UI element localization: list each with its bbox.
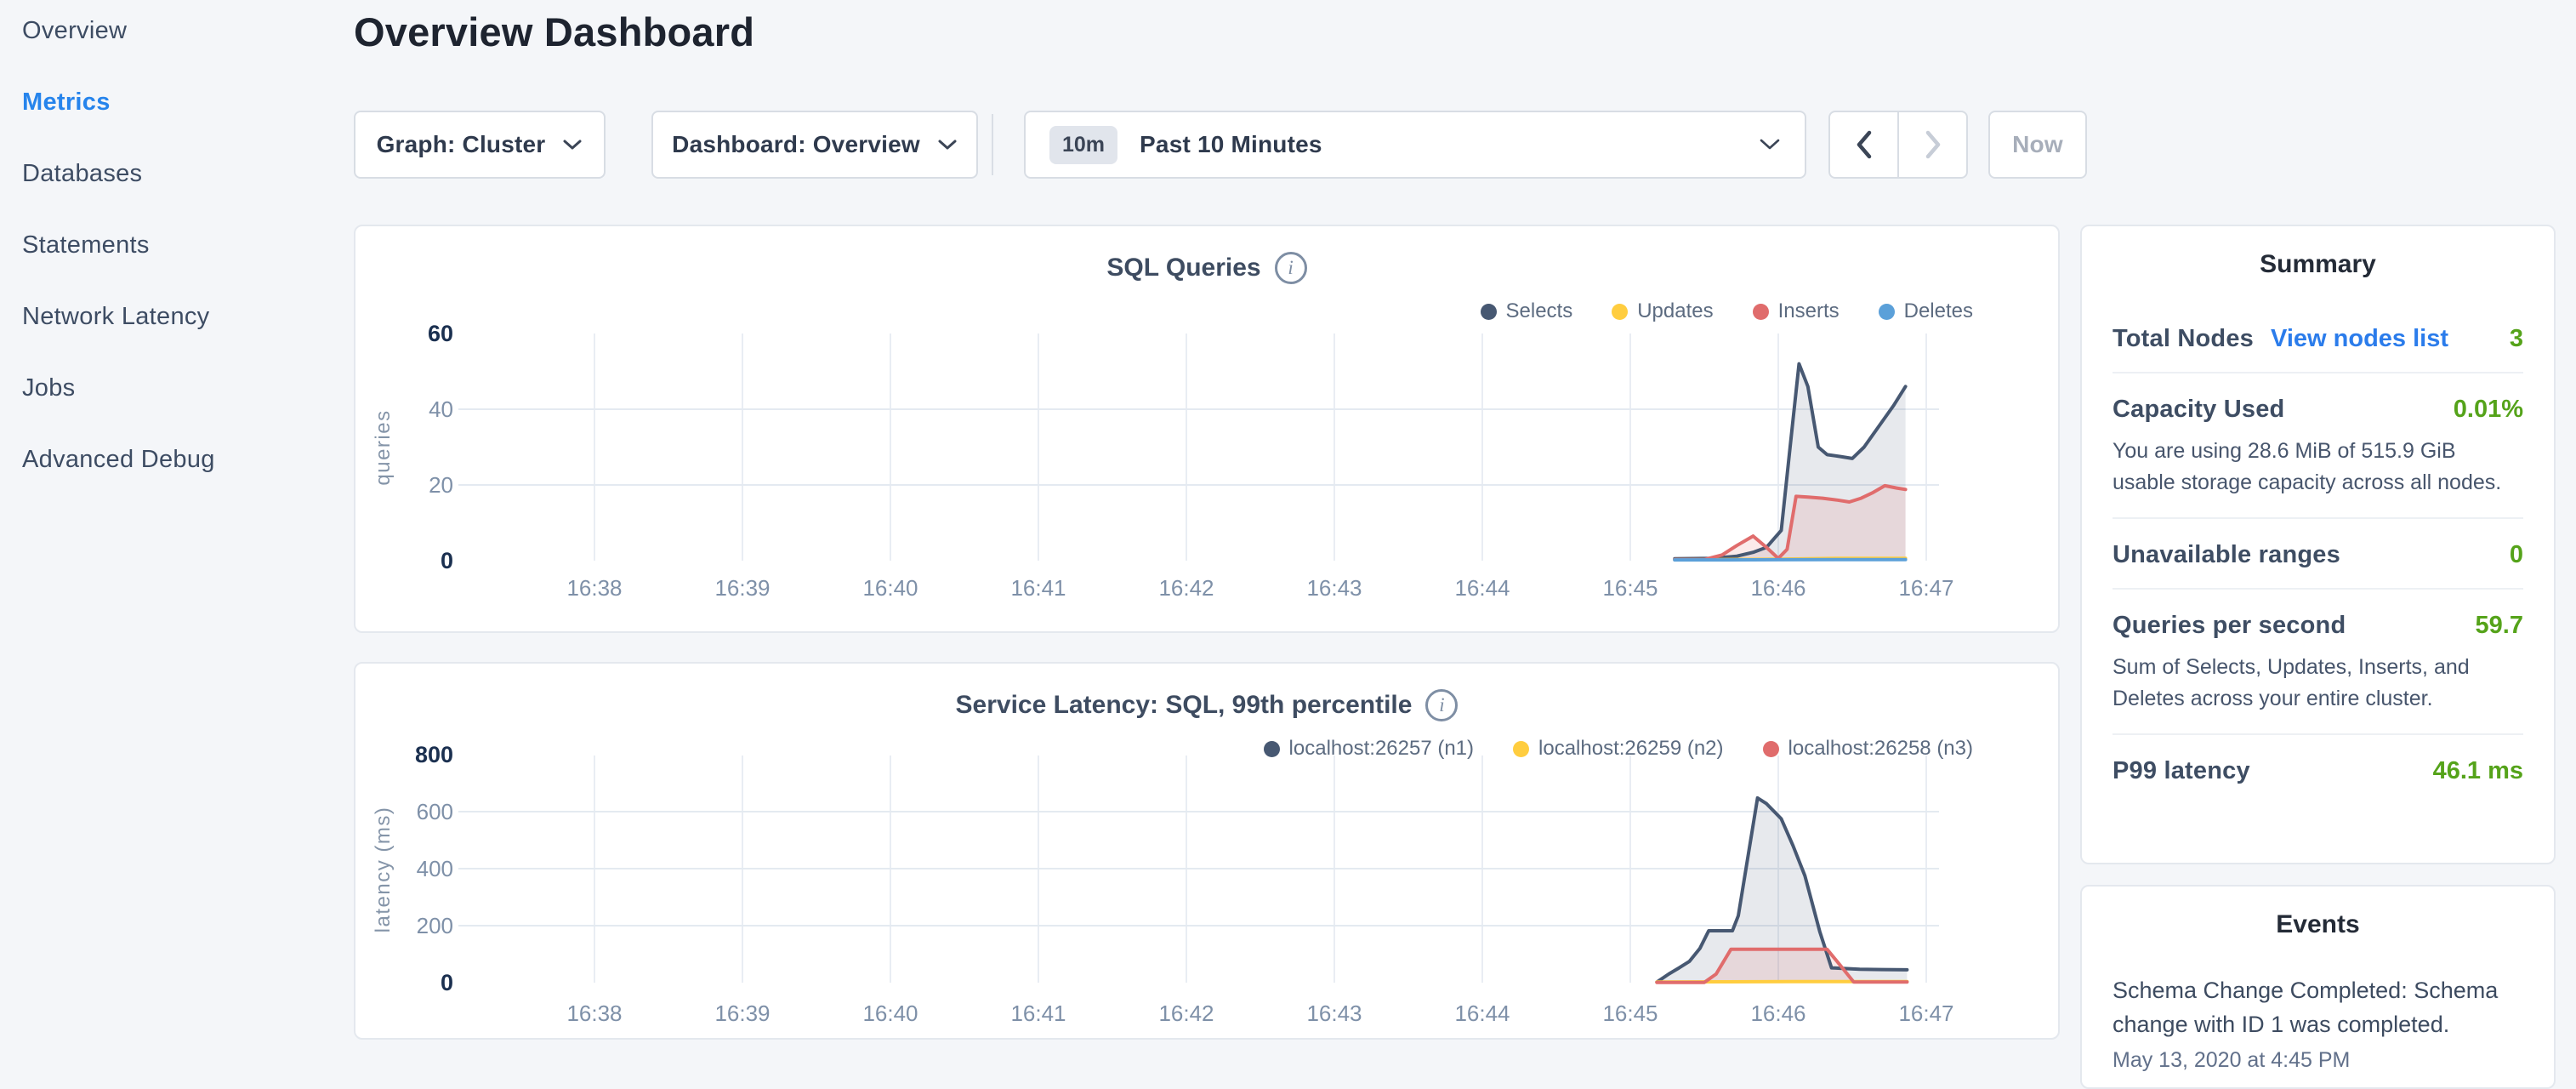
sidebar-item-advanced-debug[interactable]: Advanced Debug xyxy=(22,446,328,473)
sidebar-item-network-latency[interactable]: Network Latency xyxy=(22,303,328,330)
service-latency-chart-plot[interactable]: 16:38 16:39 16:40 16:41 16:42 16:43 16:44 16:45… xyxy=(355,664,2061,1041)
chevron-left-icon xyxy=(1855,129,1874,160)
p99-latency-value: 46.1 ms xyxy=(2433,757,2523,785)
sidebar-item-databases[interactable]: Databases xyxy=(22,160,328,187)
svg-text:16:41: 16:41 xyxy=(1010,575,1066,601)
svg-text:800: 800 xyxy=(415,742,453,767)
now-button[interactable]: Now xyxy=(1988,111,2087,179)
svg-text:200: 200 xyxy=(417,913,453,938)
summary-row-queries-per-second: Queries per second 59.7 Sum of Selects, … xyxy=(2113,590,2523,735)
svg-text:16:43: 16:43 xyxy=(1306,1001,1362,1026)
svg-text:16:40: 16:40 xyxy=(862,575,918,601)
svg-text:16:45: 16:45 xyxy=(1602,1001,1658,1026)
time-window-label: Past 10 Minutes xyxy=(1140,131,1322,158)
svg-text:60: 60 xyxy=(428,321,453,346)
unavailable-ranges-label: Unavailable ranges xyxy=(2113,541,2340,569)
dashboard-label: Dashboard: Overview xyxy=(672,131,920,158)
summary-row-unavailable-ranges: Unavailable ranges 0 xyxy=(2113,519,2523,590)
chevron-down-icon xyxy=(1759,138,1781,151)
total-nodes-value: 3 xyxy=(2510,325,2523,353)
svg-text:16:44: 16:44 xyxy=(1454,575,1510,601)
svg-text:0: 0 xyxy=(441,548,453,573)
svg-text:16:46: 16:46 xyxy=(1750,1001,1805,1026)
chevron-right-icon xyxy=(1924,129,1942,160)
sidebar-item-jobs[interactable]: Jobs xyxy=(22,374,328,402)
sidebar-item-overview[interactable]: Overview xyxy=(22,17,328,44)
svg-text:600: 600 xyxy=(417,799,453,824)
view-nodes-list-link[interactable]: View nodes list xyxy=(2271,325,2448,353)
event-item-text[interactable]: Schema Change Completed: Schema change w… xyxy=(2113,973,2523,1041)
time-pager xyxy=(1828,111,1968,179)
controls-divider xyxy=(992,114,993,175)
dashboard-dropdown[interactable]: Dashboard: Overview xyxy=(651,111,978,179)
svg-text:16:46: 16:46 xyxy=(1750,575,1805,601)
next-range-button[interactable] xyxy=(1899,112,1966,177)
summary-title: Summary xyxy=(2113,250,2523,279)
svg-text:0: 0 xyxy=(441,970,453,995)
graph-scope-dropdown[interactable]: Graph: Cluster xyxy=(354,111,606,179)
p99-latency-label: P99 latency xyxy=(2113,757,2250,785)
sidebar-item-metrics[interactable]: Metrics xyxy=(22,88,328,116)
svg-text:16:41: 16:41 xyxy=(1010,1001,1066,1026)
events-panel: Events Schema Change Completed: Schema c… xyxy=(2080,885,2556,1089)
time-window-badge: 10m xyxy=(1049,126,1117,164)
capacity-used-label: Capacity Used xyxy=(2113,396,2284,424)
unavailable-ranges-value: 0 xyxy=(2510,541,2523,569)
svg-text:400: 400 xyxy=(417,856,453,881)
svg-text:16:39: 16:39 xyxy=(714,1001,770,1026)
sql-queries-chart-card: SQL Queries i SelectsUpdatesInsertsDelet… xyxy=(354,225,2060,633)
summary-row-total-nodes: Total Nodes View nodes list 3 xyxy=(2113,303,2523,373)
svg-text:latency (ms): latency (ms) xyxy=(372,807,395,933)
svg-text:16:42: 16:42 xyxy=(1158,575,1214,601)
svg-text:16:47: 16:47 xyxy=(1898,1001,1953,1026)
svg-text:queries: queries xyxy=(372,409,395,485)
total-nodes-label: Total Nodes xyxy=(2113,325,2254,353)
queries-per-second-label: Queries per second xyxy=(2113,612,2346,640)
svg-text:16:42: 16:42 xyxy=(1158,1001,1214,1026)
summary-row-capacity-used: Capacity Used 0.01% You are using 28.6 M… xyxy=(2113,373,2523,519)
sidebar: Overview Metrics Databases Statements Ne… xyxy=(22,17,328,517)
events-title: Events xyxy=(2113,910,2523,939)
svg-text:16:44: 16:44 xyxy=(1454,1001,1510,1026)
event-item-timestamp: May 13, 2020 at 4:45 PM xyxy=(2113,1048,2523,1073)
svg-text:16:39: 16:39 xyxy=(714,575,770,601)
queries-per-second-description: Sum of Selects, Updates, Inserts, and De… xyxy=(2113,652,2523,715)
sidebar-item-statements[interactable]: Statements xyxy=(22,231,328,259)
sql-queries-chart-plot[interactable]: 16:38 16:39 16:40 16:41 16:42 16:43 16:44 16:45… xyxy=(355,226,2061,635)
summary-panel: Summary Total Nodes View nodes list 3 Ca… xyxy=(2080,225,2556,864)
queries-per-second-value: 59.7 xyxy=(2476,612,2523,640)
svg-text:16:40: 16:40 xyxy=(862,1001,918,1026)
capacity-used-description: You are using 28.6 MiB of 515.9 GiB usab… xyxy=(2113,436,2523,499)
svg-text:16:38: 16:38 xyxy=(566,575,622,601)
chevron-down-icon xyxy=(937,139,958,151)
svg-text:16:38: 16:38 xyxy=(566,1001,622,1026)
service-latency-chart-card: Service Latency: SQL, 99th percentile i … xyxy=(354,662,2060,1040)
page-title: Overview Dashboard xyxy=(354,9,754,55)
capacity-used-value: 0.01% xyxy=(2454,396,2523,424)
graph-scope-label: Graph: Cluster xyxy=(377,131,546,158)
chevron-down-icon xyxy=(562,139,583,151)
svg-text:20: 20 xyxy=(429,472,453,498)
svg-text:40: 40 xyxy=(429,396,453,422)
svg-text:16:45: 16:45 xyxy=(1602,575,1658,601)
previous-range-button[interactable] xyxy=(1830,112,1899,177)
svg-text:16:47: 16:47 xyxy=(1898,575,1953,601)
time-window-dropdown[interactable]: 10m Past 10 Minutes xyxy=(1024,111,1806,179)
svg-text:16:43: 16:43 xyxy=(1306,575,1362,601)
summary-row-p99-latency: P99 latency 46.1 ms xyxy=(2113,735,2523,804)
now-button-label: Now xyxy=(2012,131,2063,158)
